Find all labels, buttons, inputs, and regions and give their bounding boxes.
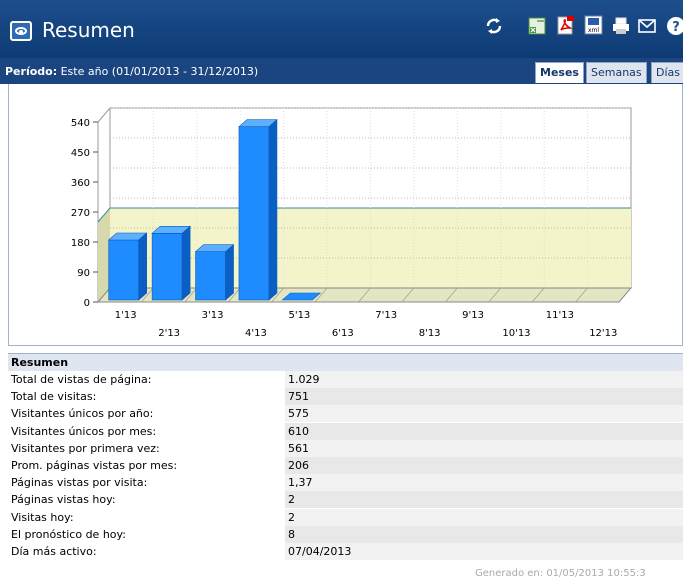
summary-value: 1.029	[285, 371, 683, 388]
summary-label: Visitas hoy:	[11, 510, 74, 524]
forecast-band-side	[98, 208, 110, 302]
x-tick-label: 9'13	[462, 310, 484, 321]
page-title: Resumen	[42, 18, 135, 42]
x-tick-label: 12'13	[589, 328, 617, 339]
x-tick-label: 3'13	[202, 310, 224, 321]
summary-label: Visitantes únicos por año:	[11, 407, 154, 421]
table-row: Visitantes por primera vez: 561	[8, 439, 683, 457]
x-tick-label: 10'13	[502, 328, 530, 339]
visits-bar-chart: 0 90 180 270 360 450 540 1'13 2'13 3'13 4'13 5'13 6'…	[71, 106, 633, 339]
table-row: Día más activo: 07/04/2013	[8, 542, 683, 561]
summary-table: Resumen Total de vistas de página: 1.029 T…	[8, 353, 683, 561]
bar	[151, 233, 183, 301]
svg-text:xml: xml	[588, 27, 599, 34]
y-tick-label: 360	[71, 178, 90, 189]
refresh-icon[interactable]	[484, 16, 504, 36]
summary-label: Visitantes únicos por mes:	[11, 424, 157, 438]
table-row: El pronóstico de hoy: 8	[8, 525, 683, 543]
xml-icon[interactable]: xml	[584, 15, 603, 35]
bar	[195, 251, 226, 301]
x-tick-label: 7'13	[375, 310, 397, 321]
y-tick-label: 270	[71, 208, 90, 219]
table-row: Páginas vistas por visita: 1,37	[8, 474, 683, 492]
x-tick-label: 11'13	[546, 310, 574, 321]
table-row: Total de visitas: 751	[8, 388, 683, 406]
table-row: Visitantes únicos por mes: 610	[8, 422, 683, 440]
email-icon[interactable]	[638, 19, 656, 33]
summary-label: El pronóstico de hoy:	[11, 527, 126, 541]
help-icon[interactable]: ?	[666, 16, 683, 36]
pdf-icon[interactable]	[556, 16, 575, 35]
tab-semanas[interactable]: Semanas	[586, 62, 647, 83]
title-bar: Resumen xml ?	[0, 0, 683, 58]
bar-side	[268, 119, 278, 301]
summary-value: 575	[285, 405, 683, 423]
summary-eye-icon	[10, 21, 32, 41]
y-tick-label: 540	[71, 118, 90, 129]
y-tick-label: 0	[84, 298, 90, 309]
bar	[108, 239, 140, 301]
tab-meses[interactable]: Meses	[535, 62, 584, 83]
x-tick-label: 5'13	[288, 310, 310, 321]
y-tick-label: 90	[77, 268, 90, 279]
chart-panel: 0 90 180 270 360 450 540 1'13 2'13 3'13 4'13 5'13 6'…	[8, 84, 683, 346]
summary-value: 2	[285, 508, 683, 526]
x-tick-label: 6'13	[332, 328, 354, 339]
table-row: Visitas hoy: 2	[8, 508, 683, 526]
summary-value: 561	[285, 439, 683, 457]
summary-value: 2	[285, 491, 683, 509]
summary-value: 8	[285, 525, 683, 543]
x-tick-label: 1'13	[115, 310, 137, 321]
generated-footer: Generado en: 01/05/2013 10:55:3	[475, 568, 646, 579]
period-value: Este año (01/01/2013 - 31/12/2013)	[60, 65, 259, 78]
summary-label: Total de visitas:	[11, 390, 97, 404]
table-row: Visitantes únicos por año: 575	[8, 405, 683, 423]
svg-text:?: ?	[672, 20, 680, 35]
y-tick-label: 450	[71, 148, 90, 159]
summary-label: Prom. páginas vistas por mes:	[11, 458, 178, 472]
x-tick-label: 4'13	[245, 328, 267, 339]
summary-value: 610	[285, 422, 683, 440]
table-row: Prom. páginas vistas por mes: 206	[8, 456, 683, 475]
x-tick-label: 2'13	[158, 328, 180, 339]
tab-dias[interactable]: Días	[651, 62, 683, 83]
table-row: Total de vistas de página: 1.029	[8, 371, 683, 389]
summary-value: 206	[285, 456, 683, 474]
period-label: Período:	[5, 65, 58, 78]
bar-side	[225, 244, 234, 301]
summary-value: 1,37	[285, 474, 683, 492]
table-row: Páginas vistas hoy: 2	[8, 491, 683, 509]
bar-side	[138, 232, 148, 301]
summary-label: Páginas vistas hoy:	[11, 493, 116, 507]
excel-icon[interactable]	[528, 17, 546, 35]
summary-label: Día más activo:	[11, 544, 97, 558]
x-tick-label: 8'13	[419, 328, 441, 339]
print-icon[interactable]	[612, 17, 630, 35]
summary-title: Resumen	[8, 353, 683, 371]
bar-side	[181, 225, 191, 301]
summary-label: Total de vistas de página:	[11, 373, 152, 386]
y-tick-label: 180	[71, 238, 90, 249]
summary-label: Páginas vistas por visita:	[11, 476, 148, 490]
bar	[238, 126, 270, 301]
summary-value: 07/04/2013	[285, 542, 683, 560]
summary-label: Visitantes por primera vez:	[11, 441, 160, 455]
summary-value: 751	[285, 388, 683, 406]
